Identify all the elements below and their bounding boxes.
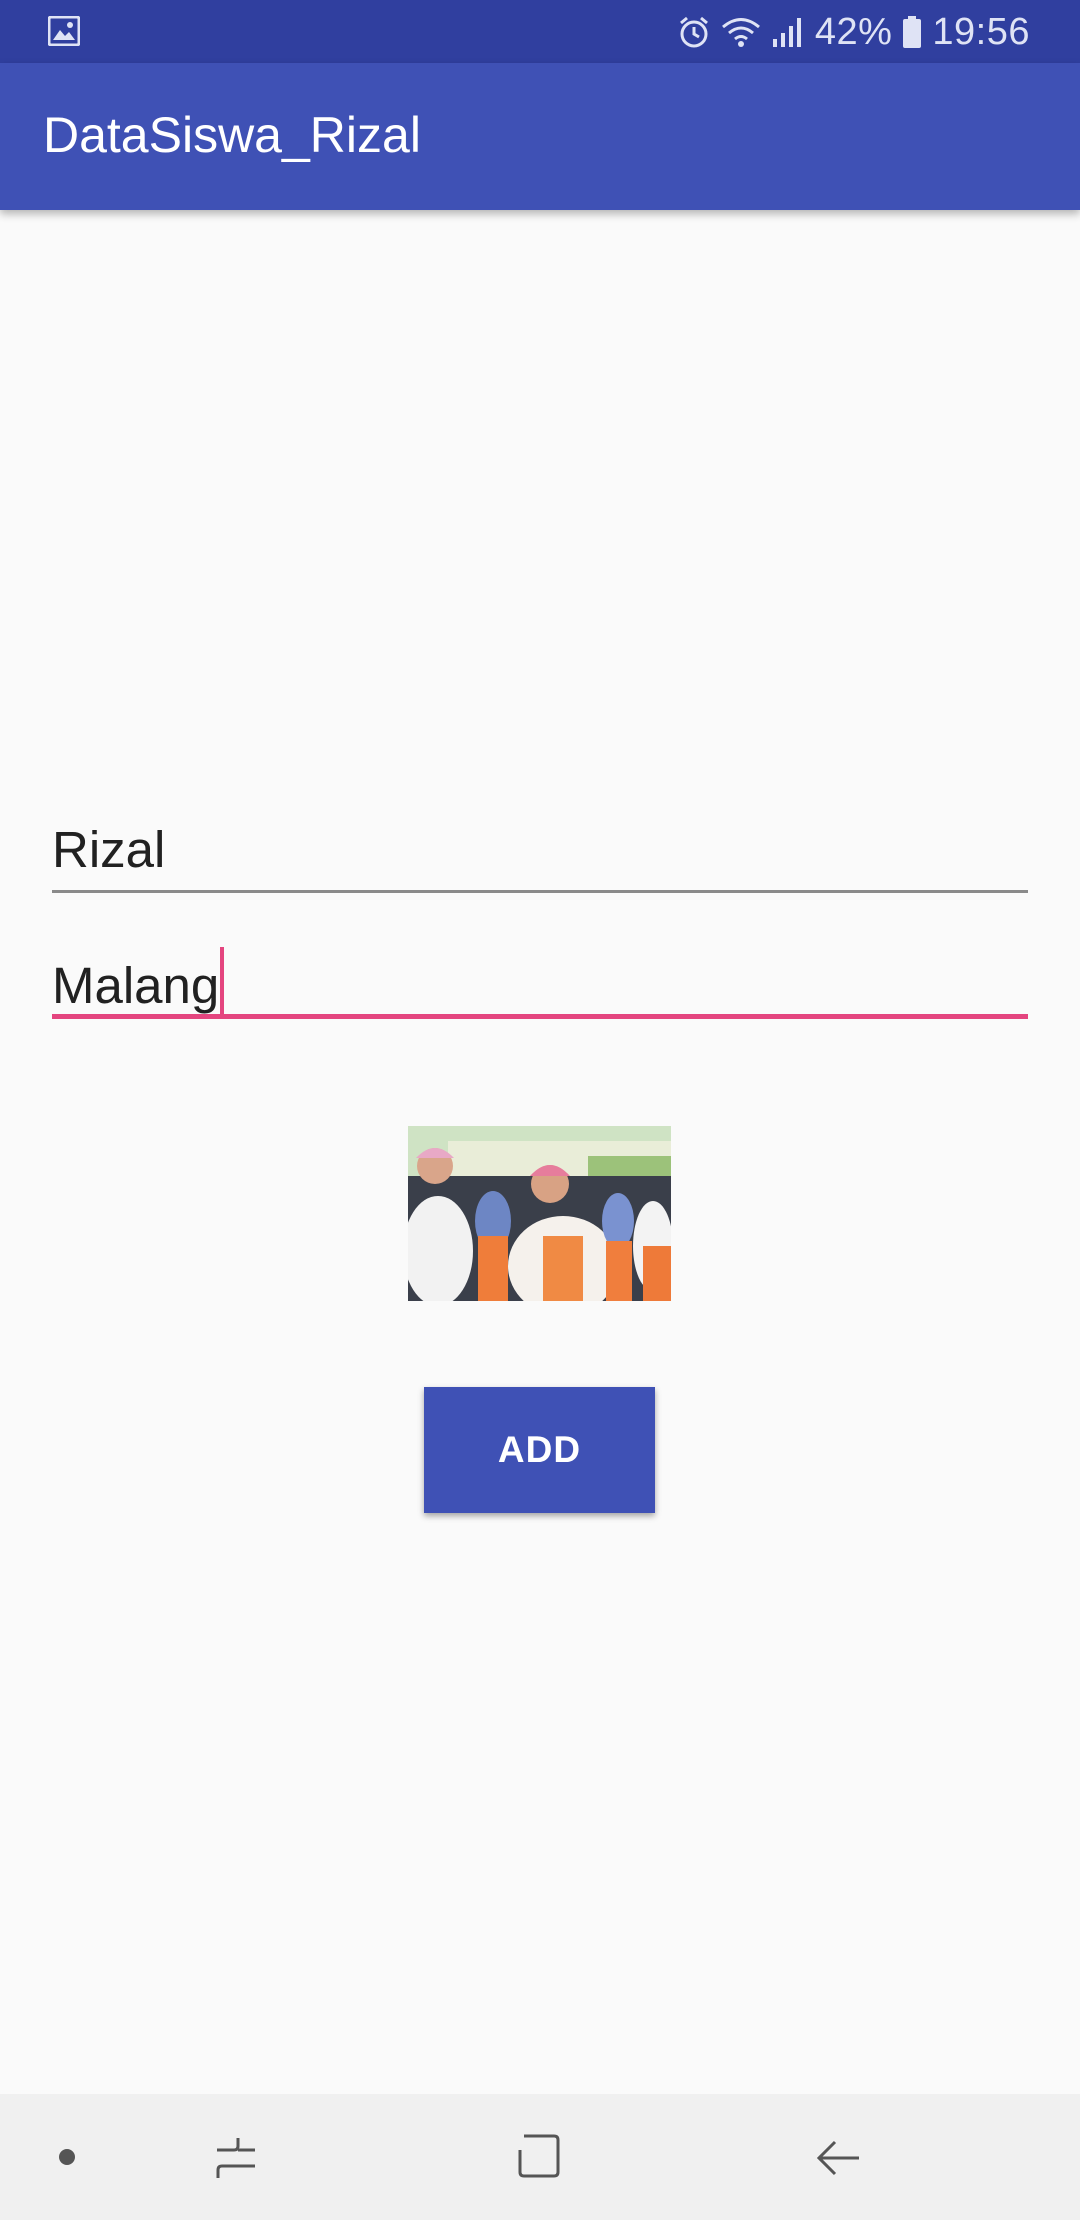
signal-icon: [772, 18, 801, 47]
image-icon: [48, 16, 80, 46]
name-field-underline: [52, 890, 1028, 893]
add-button[interactable]: ADD: [424, 1387, 655, 1513]
navigation-bar: [0, 2094, 1080, 2220]
home-icon[interactable]: [514, 2132, 562, 2180]
battery-icon: [903, 16, 922, 48]
city-field-underline: [52, 1014, 1028, 1019]
recent-apps-icon[interactable]: [212, 2134, 260, 2182]
back-icon[interactable]: [815, 2134, 863, 2182]
student-photo[interactable]: [408, 1126, 671, 1301]
status-bar: 42% 19:56: [0, 0, 1080, 63]
text-cursor: [220, 947, 225, 1017]
app-bar: DataSiswa_Rizal: [0, 63, 1080, 210]
app-title: DataSiswa_Rizal: [43, 107, 421, 163]
battery-percent: 42%: [814, 10, 893, 53]
city-field-value: Malang: [52, 957, 220, 1014]
dot-icon[interactable]: [58, 2148, 76, 2166]
city-field[interactable]: Malang: [52, 947, 1028, 1022]
wifi-icon: [721, 18, 760, 47]
clock: 19:56: [932, 10, 1030, 53]
name-field-value: Rizal: [52, 821, 166, 878]
student-photo-image: [408, 1126, 671, 1301]
alarm-icon: [679, 16, 708, 48]
name-field[interactable]: Rizal: [52, 824, 1028, 894]
